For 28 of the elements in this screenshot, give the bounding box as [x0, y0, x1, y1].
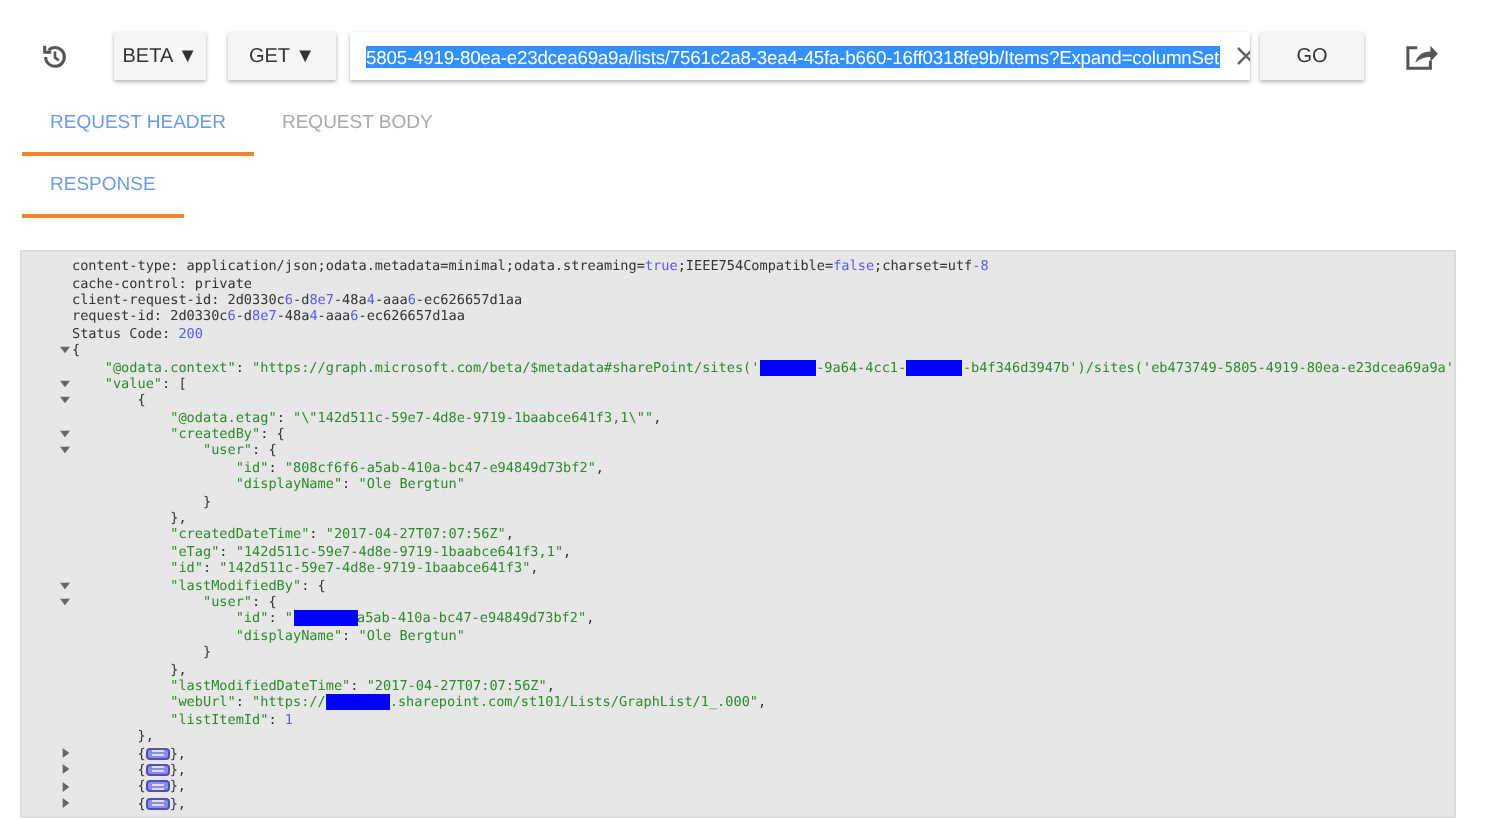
expand-caret-icon[interactable]: [62, 764, 70, 775]
version-dropdown[interactable]: BETA ▼: [114, 32, 206, 80]
method-dropdown[interactable]: GET ▼: [228, 32, 336, 80]
fold-caret-icon[interactable]: [60, 598, 70, 606]
response-tab[interactable]: RESPONSE: [22, 158, 184, 218]
fold-caret-icon[interactable]: [60, 446, 70, 455]
collapsed-object-icon[interactable]: [145, 780, 170, 793]
expand-caret-icon[interactable]: [62, 781, 70, 792]
fold-caret-icon[interactable]: [60, 379, 70, 388]
request-tab[interactable]: REQUEST HEADER: [22, 96, 254, 156]
collapsed-object-icon[interactable]: [145, 797, 170, 810]
collapsed-object-icon[interactable]: [145, 763, 170, 776]
fold-caret-icon[interactable]: [60, 430, 70, 439]
url-field[interactable]: 5805-4919-80ea-e23dcea69a9a/lists/7561c2a8-3ea4-45fa-b660-16ff0318fe9b/Items?Expand=columnSet: [350, 32, 1250, 80]
redaction-block: [325, 694, 390, 711]
go-button[interactable]: GO: [1260, 32, 1364, 80]
redaction-block: [759, 359, 817, 376]
collapsed-object-icon[interactable]: [145, 747, 170, 760]
redaction-block: [293, 610, 357, 627]
clear-icon[interactable]: [1235, 46, 1250, 66]
expand-caret-icon[interactable]: [62, 748, 70, 759]
fold-caret-icon[interactable]: [60, 396, 70, 405]
redaction-block: [906, 359, 963, 376]
fold-caret-icon[interactable]: [60, 346, 70, 355]
history-icon[interactable]: [40, 41, 70, 71]
fold-caret-icon[interactable]: [60, 581, 70, 590]
expand-caret-icon[interactable]: [62, 798, 70, 809]
share-icon[interactable]: [1404, 41, 1438, 71]
